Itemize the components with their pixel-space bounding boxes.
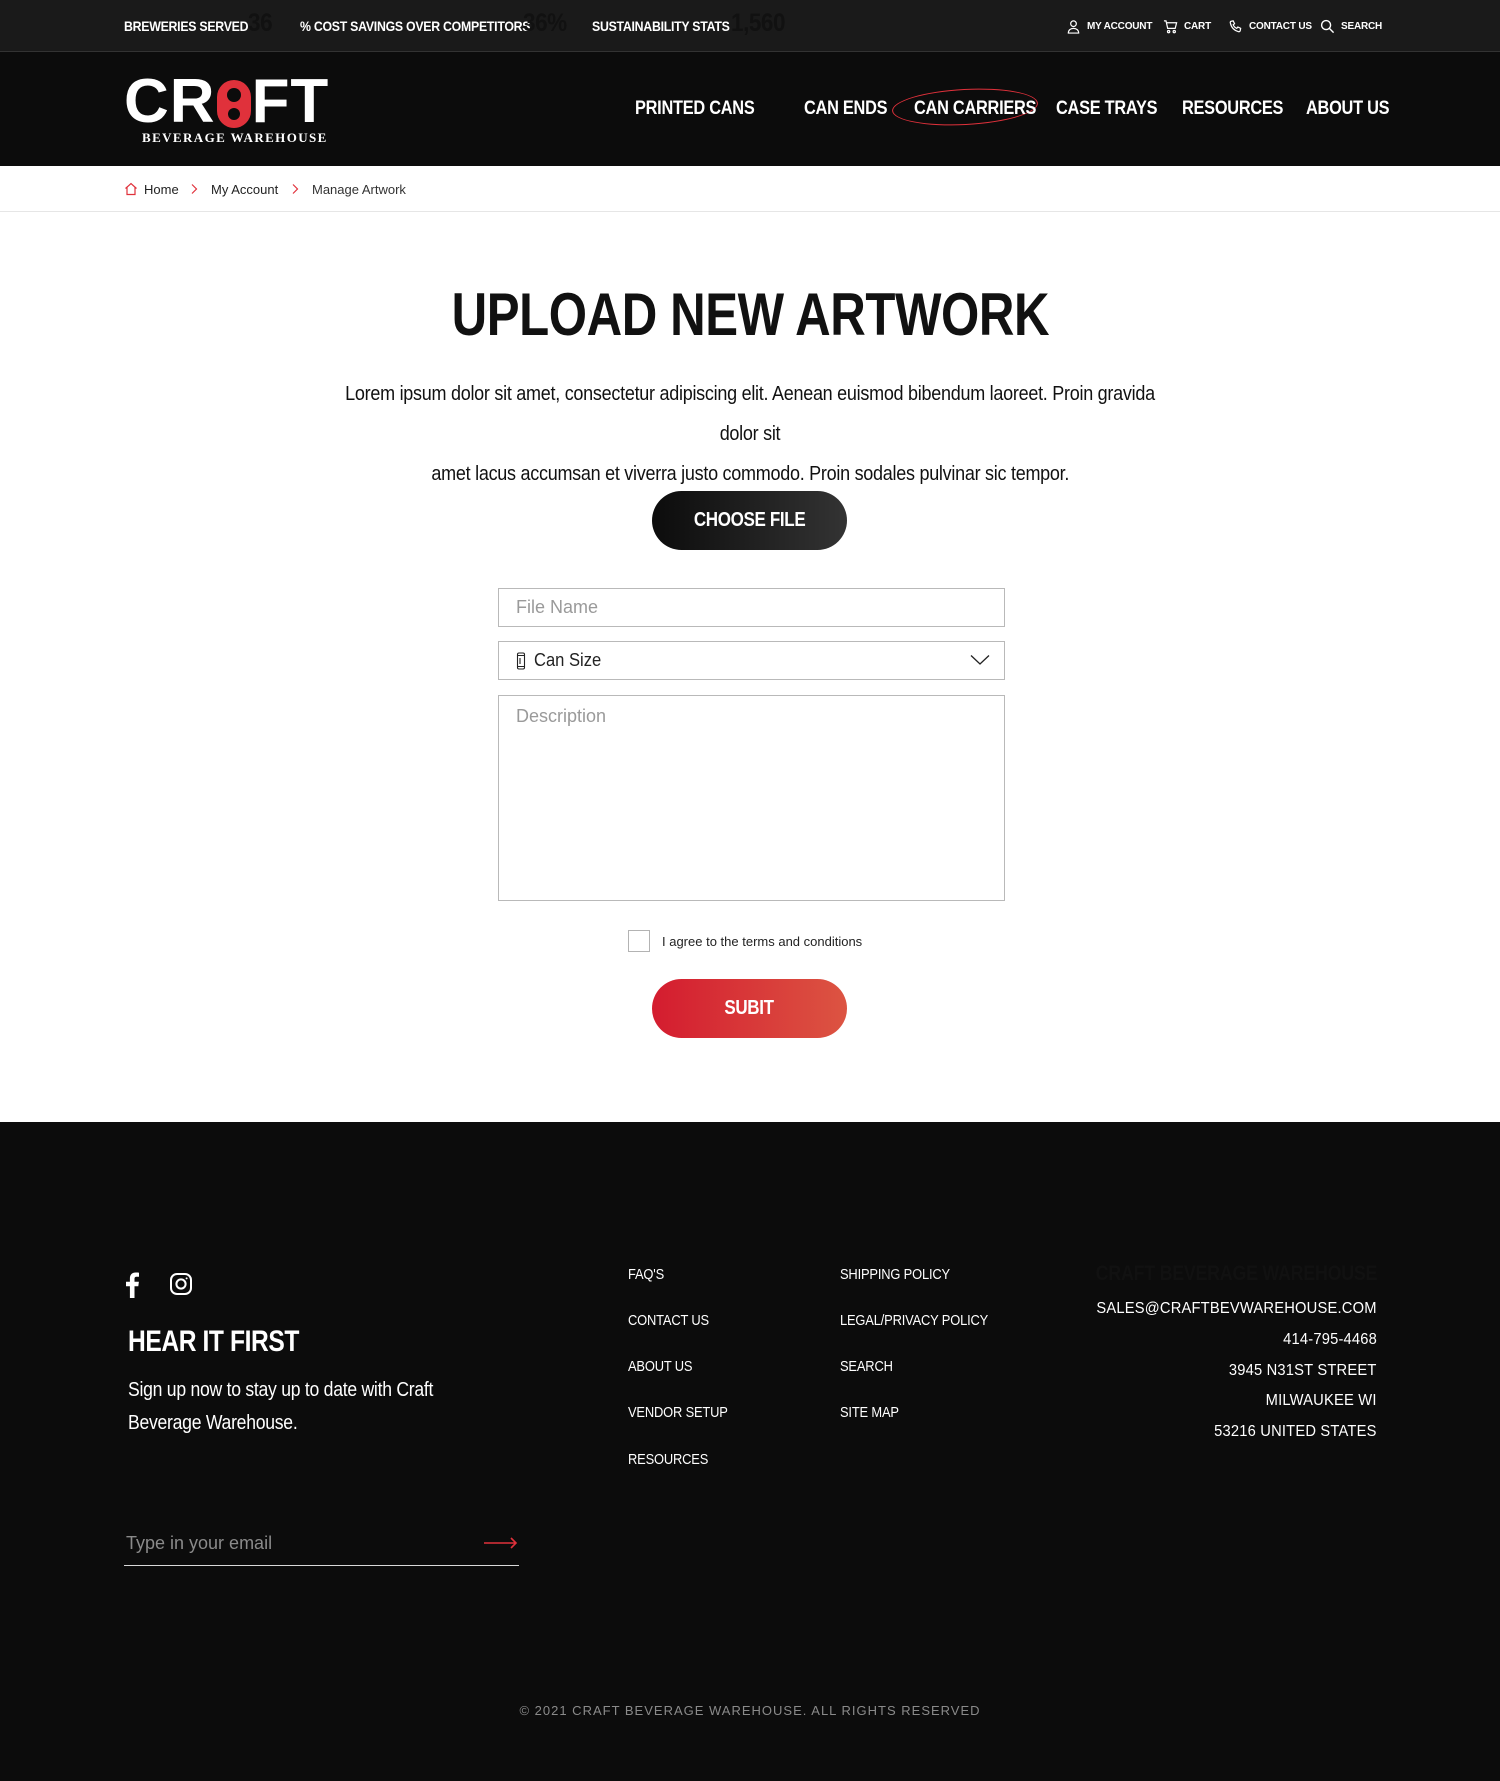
stat-sustainability: SUSTAINABILITY STATS <box>592 0 748 52</box>
top-stats-bar: BREWERIES SERVED 36 % COST SAVINGS OVER … <box>0 0 1500 52</box>
main-header: CR FT BEVERAGE WAREHOUSE PRINTED CANS CAN… <box>0 52 1500 166</box>
footer-city: MILWAUKEE WI <box>1266 1392 1377 1409</box>
contact-us-label: CONTACT US <box>1249 20 1312 32</box>
home-icon <box>125 182 137 196</box>
nav-printed-cans[interactable]: PRINTED CANS <box>635 52 755 166</box>
choose-file-button[interactable]: CHOOSE FILE <box>652 491 847 550</box>
nav-can-ends[interactable]: CAN ENDS <box>804 52 888 166</box>
user-icon <box>1067 19 1080 34</box>
terms-checkbox[interactable] <box>628 930 650 952</box>
breadcrumb-home[interactable]: Home <box>124 166 179 212</box>
footer: HEAR IT FIRST Sign up now to stay up to … <box>0 1122 1500 1781</box>
search-link[interactable]: SEARCH <box>1320 0 1382 52</box>
file-name-input[interactable] <box>498 588 1005 627</box>
nav-can-carriers[interactable]: CAN CARRIERS <box>914 52 1036 166</box>
footer-link-site-map[interactable]: SITE MAP <box>840 1404 899 1421</box>
page-title: UPLOAD NEW ARTWORK <box>0 280 1500 349</box>
footer-zip-country: 53216 UNITED STATES <box>1214 1423 1377 1440</box>
submit-button[interactable]: SUBIT <box>652 979 847 1038</box>
footer-signup-copy: Sign up now to stay up to date with Craf… <box>128 1379 434 1434</box>
intro-line-2: amet lacus accumsan et viverra justo com… <box>431 463 1069 485</box>
description-textarea[interactable] <box>498 695 1005 901</box>
nav-case-trays[interactable]: CASE TRAYS <box>1056 52 1157 166</box>
stat-value: 36% <box>523 9 567 37</box>
breadcrumb: Home My Account Manage Artwork <box>0 166 1500 212</box>
footer-phone[interactable]: 414-795-4468 <box>1283 1331 1377 1349</box>
craft-logo[interactable]: CR FT BEVERAGE WAREHOUSE <box>124 67 360 145</box>
footer-link-legal-privacy[interactable]: LEGAL/PRIVACY POLICY <box>840 1312 988 1329</box>
intro-line-1: Lorem ipsum dolor sit amet, consectetur … <box>345 383 1155 445</box>
arrow-right-icon[interactable] <box>484 1536 518 1554</box>
footer-signup-text: Sign up now to stay up to date with Craf… <box>128 1374 488 1440</box>
stat-label: BREWERIES SERVED <box>124 18 249 34</box>
cart-icon <box>1163 19 1178 33</box>
can-tab-icon <box>216 80 251 128</box>
my-account-label: MY ACCOUNT <box>1087 20 1153 32</box>
footer-link-resources[interactable]: RESOURCES <box>628 1451 708 1468</box>
footer-link-about-us[interactable]: ABOUT US <box>628 1358 693 1375</box>
choose-file-label: CHOOSE FILE <box>693 509 806 531</box>
terms-label: I agree to the terms and conditions <box>662 933 863 949</box>
footer-link-contact-us[interactable]: CONTACT US <box>628 1312 709 1329</box>
stat-label: % COST SAVINGS OVER COMPETITORS <box>300 18 531 34</box>
breadcrumb-my-account[interactable]: My Account <box>211 166 278 212</box>
stat-value: 36 <box>248 9 273 37</box>
contact-us-link[interactable]: CONTACT US <box>1228 0 1312 52</box>
search-label: SEARCH <box>1341 20 1383 32</box>
footer-heading: HEAR IT FIRST <box>128 1325 299 1358</box>
cart-label: CART <box>1184 20 1211 32</box>
footer-link-shipping-policy[interactable]: SHIPPING POLICY <box>840 1266 950 1283</box>
facebook-icon[interactable] <box>124 1272 140 1303</box>
footer-company-name: CRAFT BEVERAGE WAREHOUSE <box>1095 1262 1378 1285</box>
can-size-value: Can Size <box>534 650 602 670</box>
stat-breweries: BREWERIES SERVED <box>124 0 265 52</box>
footer-link-vendor-setup[interactable]: VENDOR SETUP <box>628 1404 728 1421</box>
breadcrumb-current: Manage Artwork <box>312 181 406 197</box>
logo-subtitle: BEVERAGE WAREHOUSE <box>142 130 328 145</box>
chevron-down-icon <box>970 655 990 665</box>
cart-link[interactable]: CART <box>1163 0 1211 52</box>
newsletter-email-input[interactable] <box>124 1522 519 1566</box>
page-title-text: UPLOAD NEW ARTWORK <box>451 281 1049 348</box>
stat-value: 1,560 <box>731 9 786 37</box>
my-account-link[interactable]: MY ACCOUNT <box>1066 0 1152 52</box>
chevron-right-icon <box>190 166 198 212</box>
footer-email[interactable]: SALES@CRAFTBEVWAREHOUSE.COM <box>1097 1300 1377 1318</box>
copyright: © 2021 CRAFT BEVERAGE WAREHOUSE. ALL RIG… <box>519 1703 981 1718</box>
can-icon <box>516 651 526 670</box>
breadcrumb-home-label: Home <box>144 181 179 197</box>
nav-resources[interactable]: RESOURCES <box>1182 52 1283 166</box>
terms-agreement: I agree to the terms and conditions <box>628 930 862 952</box>
phone-icon <box>1229 19 1242 32</box>
chevron-right-icon <box>291 166 299 212</box>
footer-link-faqs[interactable]: FAQ'S <box>628 1266 664 1283</box>
logo-text-right: FT <box>251 67 330 136</box>
intro-text: Lorem ipsum dolor sit amet, consectetur … <box>280 374 1220 494</box>
stat-label: SUSTAINABILITY STATS <box>592 18 730 34</box>
nav-about-us[interactable]: ABOUT US <box>1306 52 1390 166</box>
footer-link-search[interactable]: SEARCH <box>840 1358 893 1375</box>
logo-text-left: CR <box>124 67 216 136</box>
submit-label: SUBIT <box>724 997 775 1019</box>
can-size-select[interactable]: Can Size <box>498 641 1005 680</box>
instagram-icon[interactable] <box>169 1272 193 1301</box>
search-icon <box>1320 19 1335 33</box>
logo-wordmark: CR FT <box>124 66 329 137</box>
footer-street: 3945 N31ST STREET <box>1229 1362 1377 1379</box>
